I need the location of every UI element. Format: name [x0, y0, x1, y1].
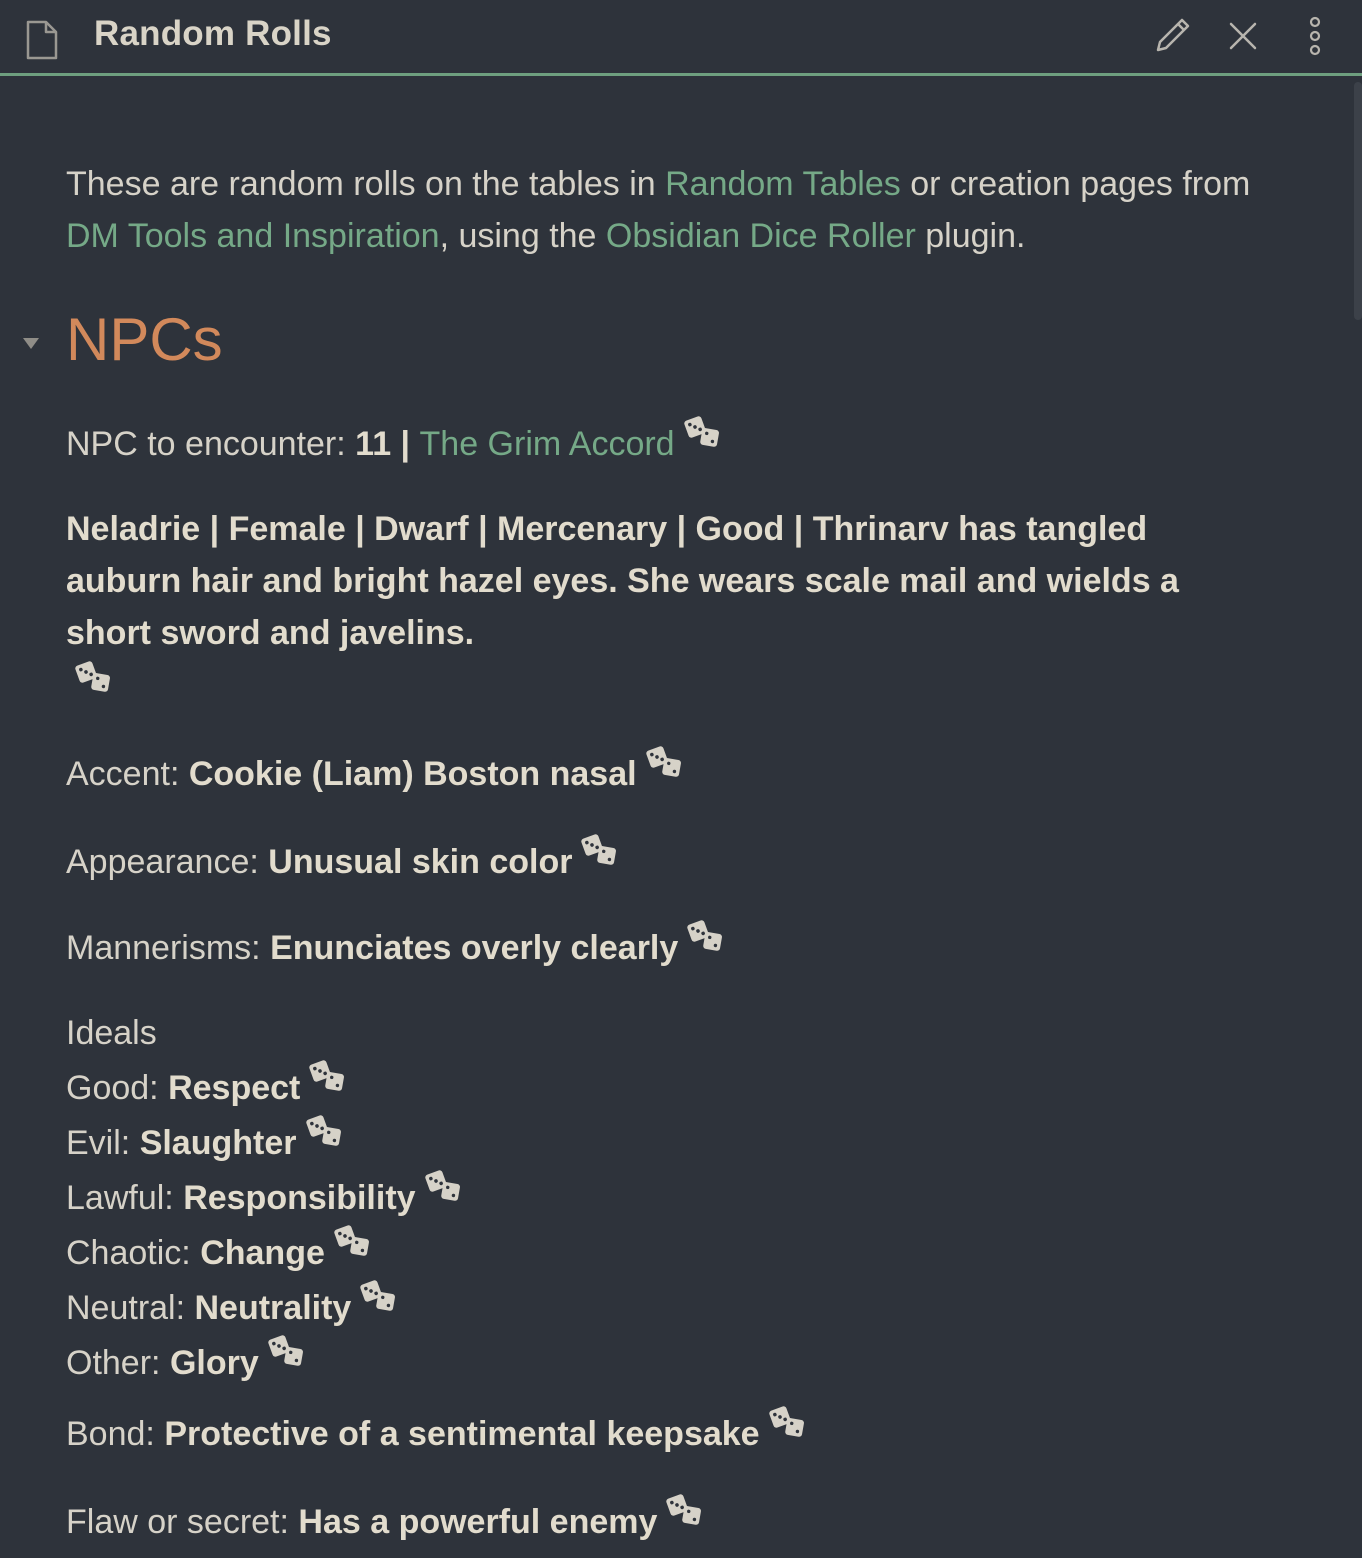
npc-description-line-3: short sword and javelins. [66, 614, 475, 652]
dice-icon[interactable] [359, 1279, 397, 1313]
npc-description-roll [66, 660, 1296, 715]
accent-line: Accent: Cookie (Liam) Boston nasal [66, 745, 1296, 800]
npc-description-line-1: Neladrie | Female | Dwarf | Mercenary | … [66, 510, 1148, 548]
dice-icon[interactable] [74, 660, 112, 694]
ideals-block: Ideals Good: Respect Evil: Slaughter Law… [66, 1007, 1296, 1389]
intro-paragraph: These are random rolls on the tables in … [66, 158, 1296, 262]
dice-icon[interactable] [308, 1059, 346, 1093]
dice-icon[interactable] [768, 1405, 806, 1439]
dice-icon[interactable] [683, 415, 721, 449]
ideal-item: Evil: Slaughter [66, 1114, 1296, 1169]
ideal-item: Neutral: Neutrality [66, 1279, 1296, 1334]
intro-text-2: or creation pages from [900, 165, 1251, 203]
ideal-item: Good: Respect [66, 1059, 1296, 1114]
ideal-label: Chaotic: [66, 1234, 201, 1272]
bond-label: Bond: [66, 1415, 165, 1453]
npc-description-line-2: auburn hair and bright hazel eyes. She w… [66, 562, 1179, 600]
scrollbar[interactable] [1354, 82, 1362, 320]
ideal-label: Lawful: [66, 1179, 184, 1217]
close-icon [1226, 19, 1260, 58]
ideal-label: Evil: [66, 1124, 140, 1162]
intro-text-4: plugin. [915, 217, 1026, 255]
more-vertical-icon [1307, 16, 1323, 61]
more-options-button[interactable] [1293, 16, 1337, 60]
appearance-label: Appearance: [66, 843, 269, 881]
intro-text-1: These are random rolls on the tables in [66, 165, 666, 203]
ideal-label: Good: [66, 1069, 169, 1107]
bond-value: Protective of a sentimental keepsake [164, 1415, 760, 1453]
link-random-tables[interactable]: Random Tables [665, 165, 901, 203]
ideal-item: Chaotic: Change [66, 1224, 1296, 1279]
flaw-value: Has a powerful enemy [298, 1503, 658, 1541]
close-button[interactable] [1221, 16, 1265, 60]
dice-icon[interactable] [686, 919, 724, 953]
ideal-label: Other: [66, 1344, 170, 1382]
appearance-line: Appearance: Unusual skin color [66, 833, 1296, 888]
npc-encounter-label: NPC to encounter: [66, 425, 356, 463]
ideal-value: Glory [169, 1344, 259, 1382]
ideal-item: Lawful: Responsibility [66, 1169, 1296, 1224]
ideal-value: Respect [168, 1069, 301, 1107]
ideal-label: Neutral: [66, 1289, 195, 1327]
ideal-value: Responsibility [183, 1179, 416, 1217]
section-heading-npcs: NPCs [66, 306, 223, 373]
npc-encounter-separator: | [391, 425, 420, 463]
pencil-icon [1152, 16, 1192, 61]
dice-icon[interactable] [333, 1224, 371, 1258]
npc-encounter-line: NPC to encounter: 11 | The Grim Accord [66, 415, 1296, 470]
dice-icon[interactable] [665, 1493, 703, 1527]
appearance-value: Unusual skin color [268, 843, 573, 881]
edit-button[interactable] [1150, 16, 1194, 60]
mannerisms-value: Enunciates overly clearly [270, 929, 679, 967]
ideals-heading: Ideals [66, 1014, 157, 1052]
file-icon [24, 20, 60, 60]
mannerisms-line: Mannerisms: Enunciates overly clearly [66, 919, 1296, 974]
view-header: Random Rolls [0, 0, 1362, 76]
mannerisms-label: Mannerisms: [66, 929, 271, 967]
link-grim-accord[interactable]: The Grim Accord [420, 425, 675, 463]
ideal-value: Neutrality [194, 1289, 352, 1327]
dice-icon[interactable] [267, 1334, 305, 1368]
ideal-value: Slaughter [139, 1124, 297, 1162]
dice-icon[interactable] [645, 745, 683, 779]
page-title: Random Rolls [94, 14, 332, 53]
link-dm-tools[interactable]: DM Tools and Inspiration [66, 217, 440, 255]
dice-icon[interactable] [424, 1169, 462, 1203]
npc-description: Neladrie | Female | Dwarf | Mercenary | … [66, 503, 1326, 659]
accent-value: Cookie (Liam) Boston nasal [188, 755, 637, 793]
link-dice-roller[interactable]: Obsidian Dice Roller [606, 217, 916, 255]
npc-encounter-number: 11 [355, 425, 392, 463]
flaw-label: Flaw or secret: [66, 1503, 299, 1541]
dice-icon[interactable] [305, 1114, 343, 1148]
ideal-item: Other: Glory [66, 1334, 1296, 1389]
collapse-arrow-icon[interactable] [22, 334, 40, 352]
accent-label: Accent: [66, 755, 189, 793]
ideal-value: Change [200, 1234, 325, 1272]
intro-text-3: , using the [439, 217, 606, 255]
flaw-line: Flaw or secret: Has a powerful enemy [66, 1493, 1296, 1548]
dice-icon[interactable] [580, 833, 618, 867]
bond-line: Bond: Protective of a sentimental keepsa… [66, 1405, 1296, 1460]
